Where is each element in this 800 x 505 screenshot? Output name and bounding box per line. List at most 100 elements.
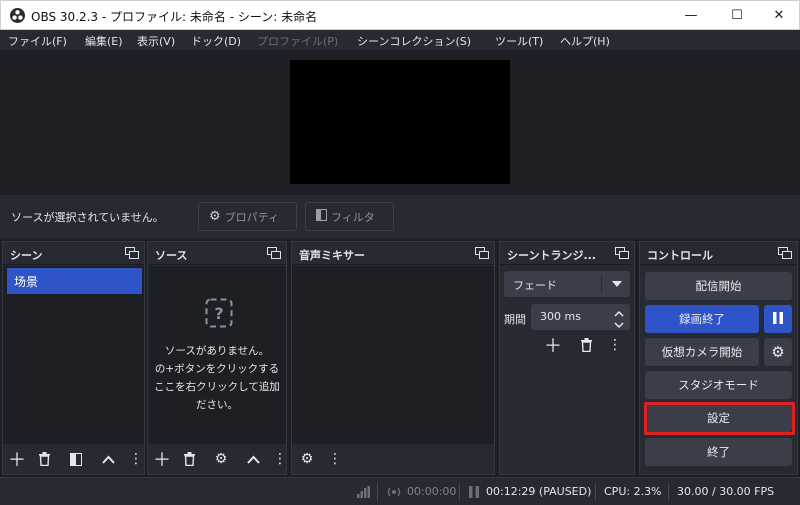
preview-area: [0, 50, 800, 195]
stream-time: 00:00:00: [407, 485, 457, 498]
spin-down-icon[interactable]: [614, 319, 624, 332]
minimize-button[interactable]: —: [671, 1, 711, 29]
menu-scene-collection[interactable]: シーンコレクション(S): [357, 33, 471, 49]
trash-icon[interactable]: [576, 335, 596, 355]
menu-file[interactable]: ファイル(F): [8, 33, 67, 49]
sources-toolbar: ＋ ⚙ ⋮: [148, 444, 287, 474]
maximize-button[interactable]: ☐: [717, 1, 757, 29]
dock-header: ソース: [148, 242, 286, 265]
transition-settings: フェード 期間 300 ms ＋ ⋮: [500, 266, 634, 474]
audio-mixer-dock: 音声ミキサー ⚙ ⋮: [291, 241, 495, 475]
sources-dock: ソース ? ソースがありません。 の+ボタンをクリックする ここを右クリックして…: [147, 241, 287, 475]
record-time: 00:12:29 (PAUSED): [486, 485, 592, 498]
title-bar: OBS 30.2.3 - プロファイル: 未命名 - シーン: 未命名 — ☐ …: [0, 0, 800, 30]
undock-icon[interactable]: [267, 247, 281, 262]
transition-selected-value: フェード: [513, 279, 557, 292]
add-icon[interactable]: ＋: [7, 449, 27, 471]
filter-icon[interactable]: [66, 449, 86, 469]
dock-title: シーン: [10, 249, 43, 262]
svg-text:?: ?: [214, 304, 223, 323]
scene-list: 场景: [3, 266, 144, 444]
trash-icon[interactable]: [34, 449, 54, 469]
chevron-up-icon[interactable]: [243, 449, 263, 469]
properties-button[interactable]: ⚙ プロパティ: [198, 202, 297, 231]
menu-tools[interactable]: ツール(T): [495, 33, 543, 49]
pause-icon: [773, 311, 783, 327]
fps-readout: 30.00 / 30.00 FPS: [677, 485, 775, 498]
chevron-up-icon[interactable]: [98, 449, 118, 469]
duration-value: 300 ms: [540, 310, 581, 323]
mixer-toolbar: ⚙ ⋮: [292, 444, 494, 474]
undock-icon[interactable]: [778, 247, 792, 262]
more-icon[interactable]: ⋮: [608, 335, 622, 355]
scene-item[interactable]: 场景: [7, 268, 142, 294]
menu-dock[interactable]: ドック(D): [191, 33, 241, 49]
question-icon: ?: [205, 298, 233, 331]
menu-help[interactable]: ヘルプ(H): [560, 33, 610, 49]
dock-header: 音声ミキサー: [292, 242, 494, 265]
chevron-down-icon: [612, 278, 622, 291]
more-icon[interactable]: ⋮: [129, 449, 143, 469]
virtual-camera-settings-gear-icon[interactable]: ⚙: [764, 338, 792, 366]
mixer-area: [292, 266, 494, 444]
transition-select[interactable]: フェード: [504, 271, 630, 297]
dock-header: シーントランジ...: [500, 242, 634, 265]
scenes-dock: シーン 场景 ＋ ⋮: [2, 241, 145, 475]
preview-canvas[interactable]: [290, 60, 510, 184]
start-streaming-button[interactable]: 配信開始: [645, 272, 792, 300]
undock-icon[interactable]: [475, 247, 489, 262]
dock-title: コントロール: [647, 249, 713, 262]
filters-label: フィルタ: [331, 210, 375, 224]
dock-title: ソース: [155, 249, 188, 262]
no-source-selected-text: ソースが選択されていません。: [11, 211, 164, 224]
empty-sources-message: ソースがありません。 の+ボタンをクリックする ここを右クリックして追加 ださい…: [148, 342, 286, 414]
add-icon[interactable]: ＋: [543, 335, 563, 357]
menu-view[interactable]: 表示(V): [137, 33, 175, 49]
empty-line: ださい。: [196, 399, 238, 411]
dock-header: コントロール: [640, 242, 797, 265]
undock-icon[interactable]: [615, 247, 629, 262]
source-list[interactable]: ? ソースがありません。 の+ボタンをクリックする ここを右クリックして追加 だ…: [148, 266, 286, 444]
filters-button[interactable]: フィルタ: [305, 202, 394, 231]
menu-edit[interactable]: 編集(E): [85, 33, 123, 49]
controls-body: 配信開始 録画終了 仮想カメラ開始 ⚙ スタジオモード 設定 終了: [640, 266, 797, 474]
stop-recording-button[interactable]: 録画終了: [645, 305, 759, 333]
menu-profile[interactable]: プロファイル(P): [257, 33, 338, 49]
empty-line: ソースがありません。: [164, 345, 270, 357]
duration-spinbox[interactable]: 300 ms: [531, 304, 630, 330]
more-icon[interactable]: ⋮: [328, 449, 342, 469]
advanced-audio-gear-icon[interactable]: ⚙: [297, 449, 317, 469]
window-title: OBS 30.2.3 - プロファイル: 未命名 - シーン: 未命名: [31, 10, 318, 24]
source-context-bar: ソースが選択されていません。 ⚙ プロパティ フィルタ: [0, 195, 800, 238]
trash-icon[interactable]: [179, 449, 199, 469]
scenes-toolbar: ＋ ⋮: [3, 444, 144, 474]
gear-icon[interactable]: ⚙: [211, 449, 231, 469]
more-icon[interactable]: ⋮: [273, 449, 287, 469]
gear-icon: ⚙: [209, 209, 221, 224]
filter-icon: [316, 209, 327, 224]
obs-logo-icon: [10, 8, 25, 23]
menu-bar: ファイル(F) 編集(E) 表示(V) ドック(D) プロファイル(P) シーン…: [0, 30, 800, 50]
status-bar: 00:00:00 00:12:29 (PAUSED) CPU: 2.3% 30.…: [0, 477, 800, 505]
scene-transitions-dock: シーントランジ... フェード 期間 300 ms ＋ ⋮: [499, 241, 635, 475]
close-button[interactable]: ✕: [759, 1, 799, 29]
properties-label: プロパティ: [224, 210, 279, 224]
settings-highlight-box: [644, 402, 795, 435]
add-icon[interactable]: ＋: [152, 449, 172, 471]
dock-title: シーントランジ...: [507, 249, 596, 262]
studio-mode-button[interactable]: スタジオモード: [645, 371, 792, 399]
empty-line: の+ボタンをクリックする: [154, 363, 280, 375]
stream-status-icon: [387, 486, 401, 501]
start-virtual-camera-button[interactable]: 仮想カメラ開始: [645, 338, 759, 366]
cpu-usage: CPU: 2.3%: [604, 485, 662, 498]
record-paused-icon: [469, 486, 479, 501]
undock-icon[interactable]: [125, 247, 139, 262]
controls-dock: コントロール 配信開始 録画終了 仮想カメラ開始 ⚙ スタジオモード 設定 終了: [639, 241, 798, 475]
duration-label: 期間: [504, 313, 526, 326]
dock-header: シーン: [3, 242, 144, 265]
pause-recording-button[interactable]: [764, 305, 792, 333]
dock-title: 音声ミキサー: [299, 249, 365, 262]
signal-bars-icon: [357, 486, 370, 501]
exit-button[interactable]: 終了: [645, 438, 792, 466]
empty-line: ここを右クリックして追加: [154, 381, 280, 393]
